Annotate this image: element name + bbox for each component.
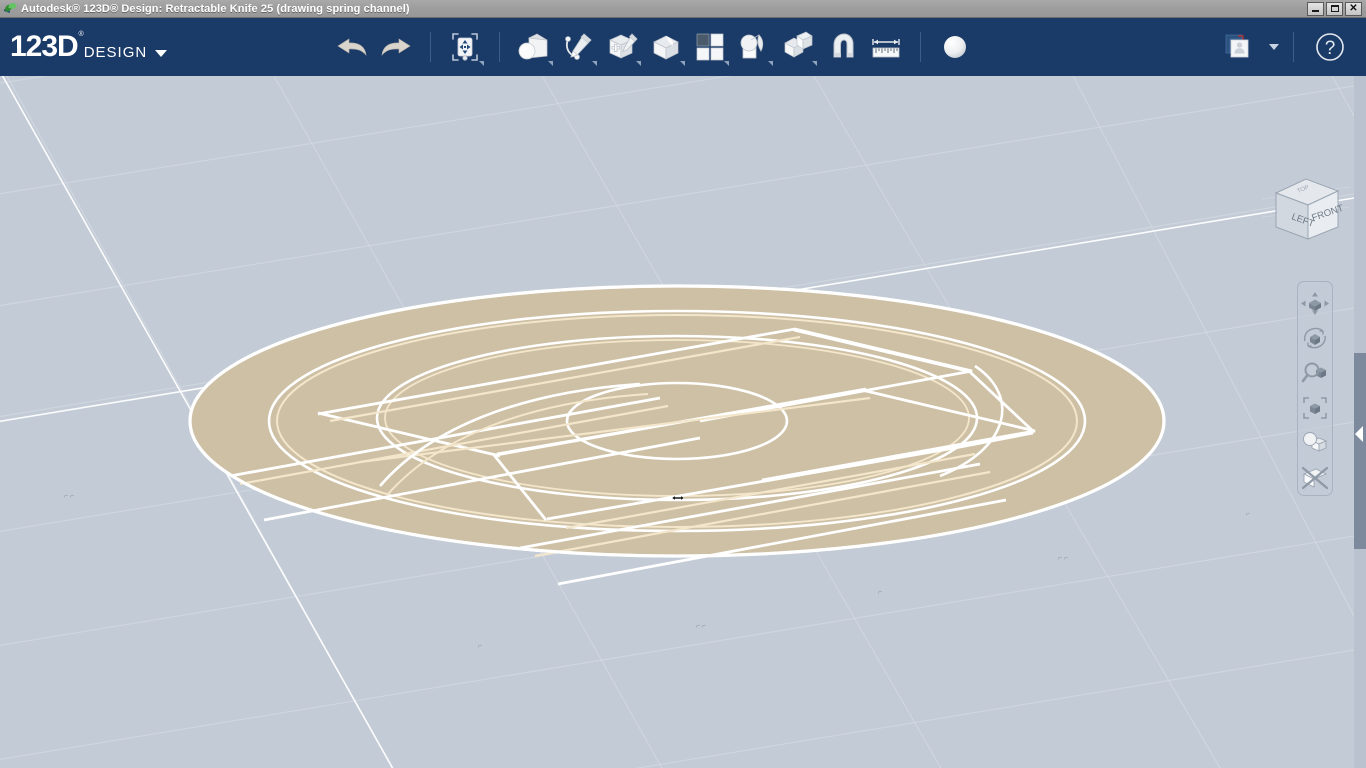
hide-grid-button[interactable] — [1299, 462, 1331, 495]
orbit-icon — [1303, 327, 1326, 349]
toolbar-right-zone: ? — [1215, 25, 1366, 69]
combine-button[interactable] — [776, 25, 820, 69]
measure-ruler-icon — [869, 32, 903, 62]
redo-arrow-icon — [379, 35, 413, 59]
redo-button[interactable] — [374, 25, 418, 69]
move-cursor — [671, 495, 685, 501]
chevron-down-icon[interactable] — [680, 61, 685, 66]
pattern-grid-icon — [695, 32, 725, 62]
application-toolbar: 123D ® DESIGN ? — [0, 18, 1366, 76]
perspective-grid — [0, 76, 1354, 768]
chevron-down-icon[interactable] — [155, 50, 168, 57]
view-settings-button[interactable] — [1299, 427, 1331, 460]
primitives-icon — [516, 32, 552, 62]
view-cube[interactable]: LEFT FRONT TOP — [1262, 171, 1350, 251]
zoom-magnifier-icon — [1301, 362, 1326, 383]
brand-mark: 123D ® — [10, 30, 84, 63]
toolbar-separator — [499, 32, 500, 62]
sketch-pencil-icon — [560, 31, 596, 63]
app-logo-menu[interactable]: 123D ® DESIGN — [0, 30, 330, 63]
material-button[interactable] — [933, 25, 977, 69]
restore-button[interactable] — [1326, 1, 1343, 16]
undo-arrow-icon — [335, 35, 369, 59]
svg-text:?: ? — [1325, 38, 1336, 59]
snap-button[interactable] — [820, 25, 864, 69]
send-to-3d-print-button[interactable] — [1215, 25, 1259, 69]
snap-magnet-icon — [826, 31, 858, 63]
toolbar-separator — [920, 32, 921, 62]
orbit-button[interactable] — [1299, 321, 1331, 354]
fit-to-window-icon — [1303, 397, 1327, 419]
help-question-icon: ? — [1314, 31, 1346, 63]
view-settings-icon — [1303, 432, 1328, 452]
help-button[interactable]: ? — [1308, 25, 1352, 69]
window-controls: ✕ — [1307, 1, 1366, 16]
combine-blocks-icon — [781, 31, 815, 63]
chevron-down-icon[interactable] — [768, 61, 773, 66]
chevron-down-icon[interactable] — [592, 61, 597, 66]
window-titlebar: Autodesk® 123D® Design: Retractable Knif… — [0, 0, 1366, 18]
close-icon: ✕ — [1349, 2, 1358, 14]
chevron-down-icon[interactable] — [724, 61, 729, 66]
undo-button[interactable] — [330, 25, 374, 69]
expand-panel-arrow-icon — [1355, 426, 1363, 442]
material-sphere-icon — [941, 33, 969, 61]
chevron-down-icon[interactable] — [812, 61, 817, 66]
pan-icon — [1301, 291, 1329, 315]
minimize-button[interactable] — [1307, 1, 1324, 16]
grid-off-icon — [1301, 467, 1329, 490]
sketch-button[interactable] — [556, 25, 600, 69]
brand-registered: ® — [78, 31, 84, 38]
grouping-icon — [737, 31, 771, 63]
toolbar-separator — [1293, 32, 1294, 62]
autodesk-123d-icon — [3, 1, 17, 15]
transform-move-icon — [447, 29, 483, 65]
pan-button[interactable] — [1299, 286, 1331, 319]
grouping-button[interactable] — [732, 25, 776, 69]
3d-print-icon — [1220, 31, 1254, 63]
3d-viewport[interactable]: ⌐ ⌐ ⌐ ⌐ ⌐ ⌐ ⌐ ⌐ ⌐ LEFT FRONT TOP — [0, 76, 1354, 768]
window-title: Autodesk® 123D® Design: Retractable Knif… — [21, 2, 410, 15]
modify-button[interactable] — [644, 25, 688, 69]
expand-panel-button[interactable] — [1352, 414, 1366, 454]
navigation-bar[interactable] — [1297, 281, 1333, 496]
toolbar-tools: ? — [330, 18, 1366, 76]
brand-suffix: DESIGN — [83, 44, 148, 61]
transform-button[interactable] — [443, 25, 487, 69]
brand-mark-text: 123D — [10, 30, 79, 63]
chevron-down-icon[interactable] — [1269, 44, 1279, 50]
modify-cube-icon — [648, 31, 684, 63]
measure-button[interactable] — [864, 25, 908, 69]
zoom-button[interactable] — [1299, 356, 1331, 389]
construct-button[interactable] — [600, 25, 644, 69]
chevron-down-icon[interactable] — [548, 61, 553, 66]
chevron-down-icon[interactable] — [636, 61, 641, 66]
fit-button[interactable] — [1299, 392, 1331, 425]
chevron-down-icon[interactable] — [479, 61, 484, 66]
pattern-button[interactable] — [688, 25, 732, 69]
construct-cube-icon — [604, 31, 640, 63]
close-button[interactable]: ✕ — [1345, 1, 1362, 16]
primitives-button[interactable] — [512, 25, 556, 69]
toolbar-separator — [430, 32, 431, 62]
